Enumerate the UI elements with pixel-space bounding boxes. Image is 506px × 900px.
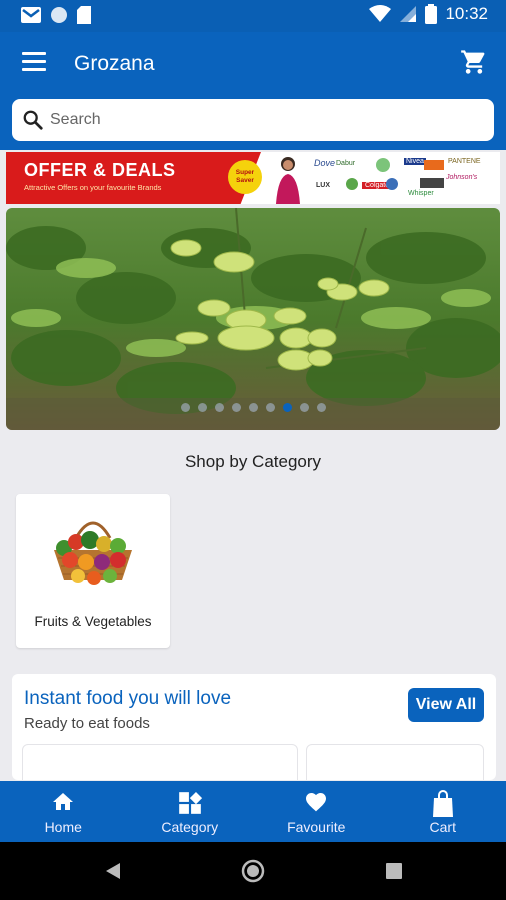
- tomato-plants-image: [6, 208, 500, 430]
- fruit-basket-icon: [54, 521, 132, 585]
- brand-logo: LUX: [316, 182, 330, 189]
- instant-food-subtitle: Ready to eat foods: [24, 715, 150, 732]
- brand-logo: Dabur: [336, 160, 356, 167]
- signal-icon: [400, 6, 417, 22]
- view-all-button[interactable]: View All: [408, 688, 484, 722]
- category-card-fruits-vegetables[interactable]: Fruits & Vegetables: [16, 494, 170, 648]
- sd-card-icon: [77, 6, 91, 24]
- wifi-icon: [369, 5, 392, 22]
- instant-food-section: Instant food you will love Ready to eat …: [12, 674, 496, 780]
- nav-home-label: Home: [44, 819, 82, 835]
- bag-icon: [432, 790, 453, 817]
- circle-icon: [51, 7, 67, 23]
- carousel-dot[interactable]: [282, 403, 292, 412]
- app-title: Grozana: [74, 52, 155, 75]
- heart-icon: [306, 793, 327, 812]
- carousel-banner[interactable]: [6, 208, 500, 430]
- brand-logo: Dove: [314, 158, 336, 168]
- shop-by-category-title: Shop by Category: [184, 452, 322, 471]
- search-bar-container: [0, 92, 506, 150]
- cart-icon[interactable]: [460, 48, 488, 76]
- brand-logo: PANTENE: [448, 158, 481, 165]
- carousel-dot[interactable]: [316, 403, 326, 412]
- nav-cart-label: Cart: [429, 819, 456, 835]
- search-icon: [23, 110, 43, 130]
- back-icon[interactable]: [104, 862, 122, 880]
- status-bar: 10:32: [0, 0, 506, 32]
- bottom-navigation: Home Category Favourite Cart: [0, 781, 506, 842]
- carousel-dot[interactable]: [265, 403, 275, 412]
- recents-icon[interactable]: [386, 863, 402, 879]
- category-icon: [178, 791, 202, 814]
- instant-food-title: Instant food you will love: [24, 688, 232, 709]
- carousel-dot[interactable]: [299, 403, 309, 412]
- home-icon: [53, 793, 74, 810]
- carousel-dot[interactable]: [214, 403, 224, 412]
- nav-home[interactable]: Home: [0, 781, 127, 842]
- nav-cart[interactable]: Cart: [380, 781, 506, 842]
- nav-category[interactable]: Category: [127, 781, 254, 842]
- nav-favourite[interactable]: Favourite: [253, 781, 380, 842]
- category-label: Fruits & Vegetables: [34, 614, 152, 629]
- offer-title: OFFER & DEALS: [24, 160, 176, 180]
- nav-category-label: Category: [161, 819, 219, 835]
- search-box[interactable]: [12, 99, 494, 141]
- gmail-icon: [21, 7, 41, 23]
- carousel-dot[interactable]: [248, 403, 258, 412]
- model-image: [276, 157, 300, 204]
- carousel-dot[interactable]: [180, 403, 190, 412]
- offer-deals-banner[interactable]: OFFER & DEALS Attractive Offers on your …: [6, 152, 500, 204]
- super-saver-seal: Super Saver: [228, 160, 262, 194]
- battery-icon: [425, 4, 438, 24]
- home-circle-icon[interactable]: [241, 859, 265, 883]
- product-card[interactable]: [22, 744, 298, 780]
- status-time: 10:32: [445, 4, 488, 23]
- brand-logo: Whisper: [408, 190, 434, 197]
- search-input[interactable]: [50, 105, 480, 135]
- carousel-indicator: [6, 403, 500, 412]
- nav-favourite-label: Favourite: [287, 819, 346, 835]
- product-card[interactable]: [306, 744, 484, 780]
- system-navigation-bar: [0, 842, 506, 900]
- brand-logo: Johnson's: [446, 174, 478, 181]
- carousel-dot[interactable]: [231, 403, 241, 412]
- offer-subtitle: Attractive Offers on your favourite Bran…: [24, 183, 162, 192]
- carousel-dot[interactable]: [197, 403, 207, 412]
- menu-icon[interactable]: [22, 52, 46, 72]
- app-bar: Grozana: [0, 32, 506, 92]
- brand-logo: Nivea: [404, 158, 426, 165]
